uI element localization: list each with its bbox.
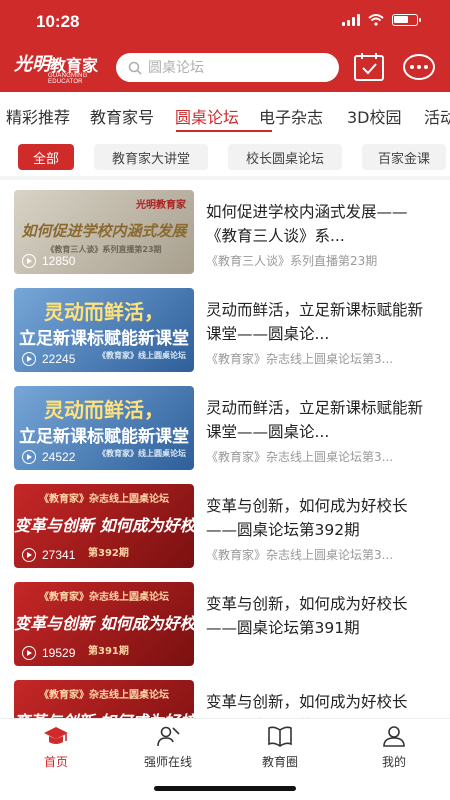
view-count: 24522 [22, 450, 75, 464]
tab-featured[interactable]: 精彩推荐 [6, 104, 70, 128]
nav-profile[interactable]: 我的 [354, 725, 434, 770]
thumbnail-headline: 变革与创新 如何成为好校长 [14, 708, 194, 718]
checkin-button[interactable] [353, 52, 385, 82]
status-time: 10:28 [36, 12, 80, 31]
article-list: 光明教育家 如何促进学校内涵式发展 《教育三人谈》系列直播第23期 12850 … [0, 190, 450, 718]
list-item[interactable]: 灵动而鲜活， 立足新课标赋能新课堂 《教育家》线上圆桌论坛 22245 灵动而鲜… [0, 288, 450, 384]
play-icon [22, 254, 36, 268]
tab-educator-accounts[interactable]: 教育家号 [90, 104, 154, 128]
logo-mark: 光明 [14, 54, 50, 75]
thumbnail-headline: 灵动而鲜活， [44, 300, 164, 324]
chip-principal-roundtable[interactable]: 校长圆桌论坛 [228, 144, 342, 170]
chip-golden-courses[interactable]: 百家金课 [362, 144, 446, 170]
thumbnail-headline: 变革与创新 如何成为好校长 [14, 516, 194, 535]
thumbnail-subheadline: 立足新课标赋能新课堂 [19, 427, 189, 447]
status-icons [342, 14, 421, 26]
nav-home-label: 首页 [43, 755, 68, 769]
article-title[interactable]: 变革与创新，如何成为好校长——圆桌论坛第392期 [206, 494, 438, 542]
thumbnail-headline: 灵动而鲜活， [44, 398, 164, 422]
view-count: 12850 [22, 254, 75, 268]
view-count: 19529 [22, 646, 75, 660]
view-count-value: 22245 [42, 352, 76, 366]
video-thumbnail[interactable]: 灵动而鲜活， 立足新课标赋能新课堂 《教育家》线上圆桌论坛 24522 [14, 386, 194, 470]
battery-icon [392, 14, 421, 26]
view-count-value: 12850 [42, 254, 76, 268]
video-thumbnail[interactable]: 灵动而鲜活， 立足新课标赋能新课堂 《教育家》线上圆桌论坛 22245 [14, 288, 194, 372]
nav-home[interactable]: 首页 [16, 725, 96, 770]
thumbnail-caption: 《教育家》杂志线上圆桌论坛 [39, 592, 169, 603]
thumbnail-caption: 光明教育家 [136, 200, 186, 211]
search-bar[interactable] [116, 53, 339, 82]
thumbnail-caption: 《教育家》杂志线上圆桌论坛 [39, 494, 169, 505]
article-title[interactable]: 灵动而鲜活，立足新课标赋能新课堂——圆桌论... [206, 396, 438, 444]
filter-chips: 全部 教育家大讲堂 校长圆桌论坛 百家金课 [0, 144, 450, 172]
thumbnail-headline: 变革与创新 如何成为好校长 [14, 614, 194, 633]
article-title[interactable]: 变革与创新，如何成为好校长——圆桌论坛第390期 [206, 690, 438, 718]
list-item[interactable]: 灵动而鲜活， 立足新课标赋能新课堂 《教育家》线上圆桌论坛 24522 灵动而鲜… [0, 386, 450, 482]
calendar-check-icon [354, 53, 384, 81]
article-title[interactable]: 如何促进学校内涵式发展——《教育三人谈》系... [206, 200, 438, 248]
view-count: 27341 [22, 548, 75, 562]
tab-roundtable[interactable]: 圆桌论坛 [175, 104, 239, 128]
play-icon [22, 352, 36, 366]
wifi-icon [368, 14, 384, 26]
app-header: 10:28 光明 教育家 GUANGMING EDUCATOR [0, 0, 450, 92]
thumbnail-caption: 《教育家》杂志线上圆桌论坛 [39, 690, 169, 701]
cellular-signal-icon [342, 14, 360, 26]
article-subtitle: 《教育家》杂志线上圆桌论坛第3... [206, 352, 394, 366]
chip-lecture-hall[interactable]: 教育家大讲堂 [94, 144, 208, 170]
tab-3d-campus[interactable]: 3D校园 [347, 104, 402, 128]
list-item[interactable]: 《教育家》杂志线上圆桌论坛 变革与创新 如何成为好校长 第391期 19529 … [0, 582, 450, 678]
view-count-value: 19529 [42, 646, 76, 660]
view-count: 22245 [22, 352, 75, 366]
nav-education-circle[interactable]: 教育圈 [240, 725, 320, 770]
logo-subtext: GUANGMING EDUCATOR [48, 73, 88, 85]
tab-activities[interactable]: 活动 [424, 104, 450, 128]
thumbnail-subheadline: 立足新课标赋能新课堂 [19, 329, 189, 349]
article-title[interactable]: 灵动而鲜活，立足新课标赋能新课堂——圆桌论... [206, 298, 438, 346]
more-chat-icon [403, 54, 435, 80]
list-item[interactable]: 光明教育家 如何促进学校内涵式发展 《教育三人谈》系列直播第23期 12850 … [0, 190, 450, 286]
play-icon [22, 450, 36, 464]
thumbnail-headline: 如何促进学校内涵式发展 [21, 222, 187, 240]
list-item[interactable]: 《教育家》杂志线上圆桌论坛 变革与创新 如何成为好校长 第392期 27341 … [0, 484, 450, 580]
nav-strong-teachers-label: 强师在线 [143, 755, 192, 769]
play-icon [22, 646, 36, 660]
article-subtitle: 《教育家》杂志线上圆桌论坛第3... [206, 450, 394, 464]
bottom-navigation: 首页 强师在线 教育圈 我的 [0, 718, 450, 776]
search-input[interactable] [148, 59, 328, 76]
list-item[interactable]: 《教育家》杂志线上圆桌论坛 变革与创新 如何成为好校长 变革与创新，如何成为好校… [0, 680, 450, 718]
app-bar: 光明 教育家 GUANGMING EDUCATOR [0, 46, 450, 88]
video-thumbnail[interactable]: 《教育家》杂志线上圆桌论坛 变革与创新 如何成为好校长 [14, 680, 194, 718]
graduation-cap-icon [44, 727, 68, 744]
brand-logo: 光明 教育家 GUANGMING EDUCATOR [14, 50, 112, 85]
video-thumbnail[interactable]: 光明教育家 如何促进学校内涵式发展 《教育三人谈》系列直播第23期 12850 [14, 190, 194, 274]
active-tab-indicator [176, 130, 272, 132]
category-tabs: 精彩推荐 教育家号 圆桌论坛 电子杂志 3D校园 活动 [0, 98, 450, 132]
home-indicator[interactable] [154, 786, 296, 791]
search-icon [128, 61, 142, 75]
nav-education-circle-label: 教育圈 [261, 755, 298, 769]
play-icon [22, 548, 36, 562]
article-title[interactable]: 变革与创新，如何成为好校长——圆桌论坛第391期 [206, 592, 438, 640]
chip-all[interactable]: 全部 [18, 144, 74, 170]
article-subtitle: 《教育三人谈》系列直播第23期 [206, 254, 378, 268]
user-icon [383, 726, 405, 747]
book-icon [268, 726, 292, 747]
status-bar: 10:28 [0, 0, 450, 42]
teacher-icon [157, 726, 180, 747]
article-subtitle: 《教育家》杂志线上圆桌论坛第3... [206, 548, 394, 562]
section-divider [0, 176, 450, 180]
nav-profile-label: 我的 [381, 755, 406, 769]
nav-strong-teachers[interactable]: 强师在线 [128, 725, 208, 770]
view-count-value: 24522 [42, 450, 76, 464]
view-count-value: 27341 [42, 548, 76, 562]
video-thumbnail[interactable]: 《教育家》杂志线上圆桌论坛 变革与创新 如何成为好校长 第392期 27341 [14, 484, 194, 568]
video-thumbnail[interactable]: 《教育家》杂志线上圆桌论坛 变革与创新 如何成为好校长 第391期 19529 [14, 582, 194, 666]
more-button[interactable] [402, 52, 436, 82]
tab-e-magazine[interactable]: 电子杂志 [259, 104, 323, 128]
